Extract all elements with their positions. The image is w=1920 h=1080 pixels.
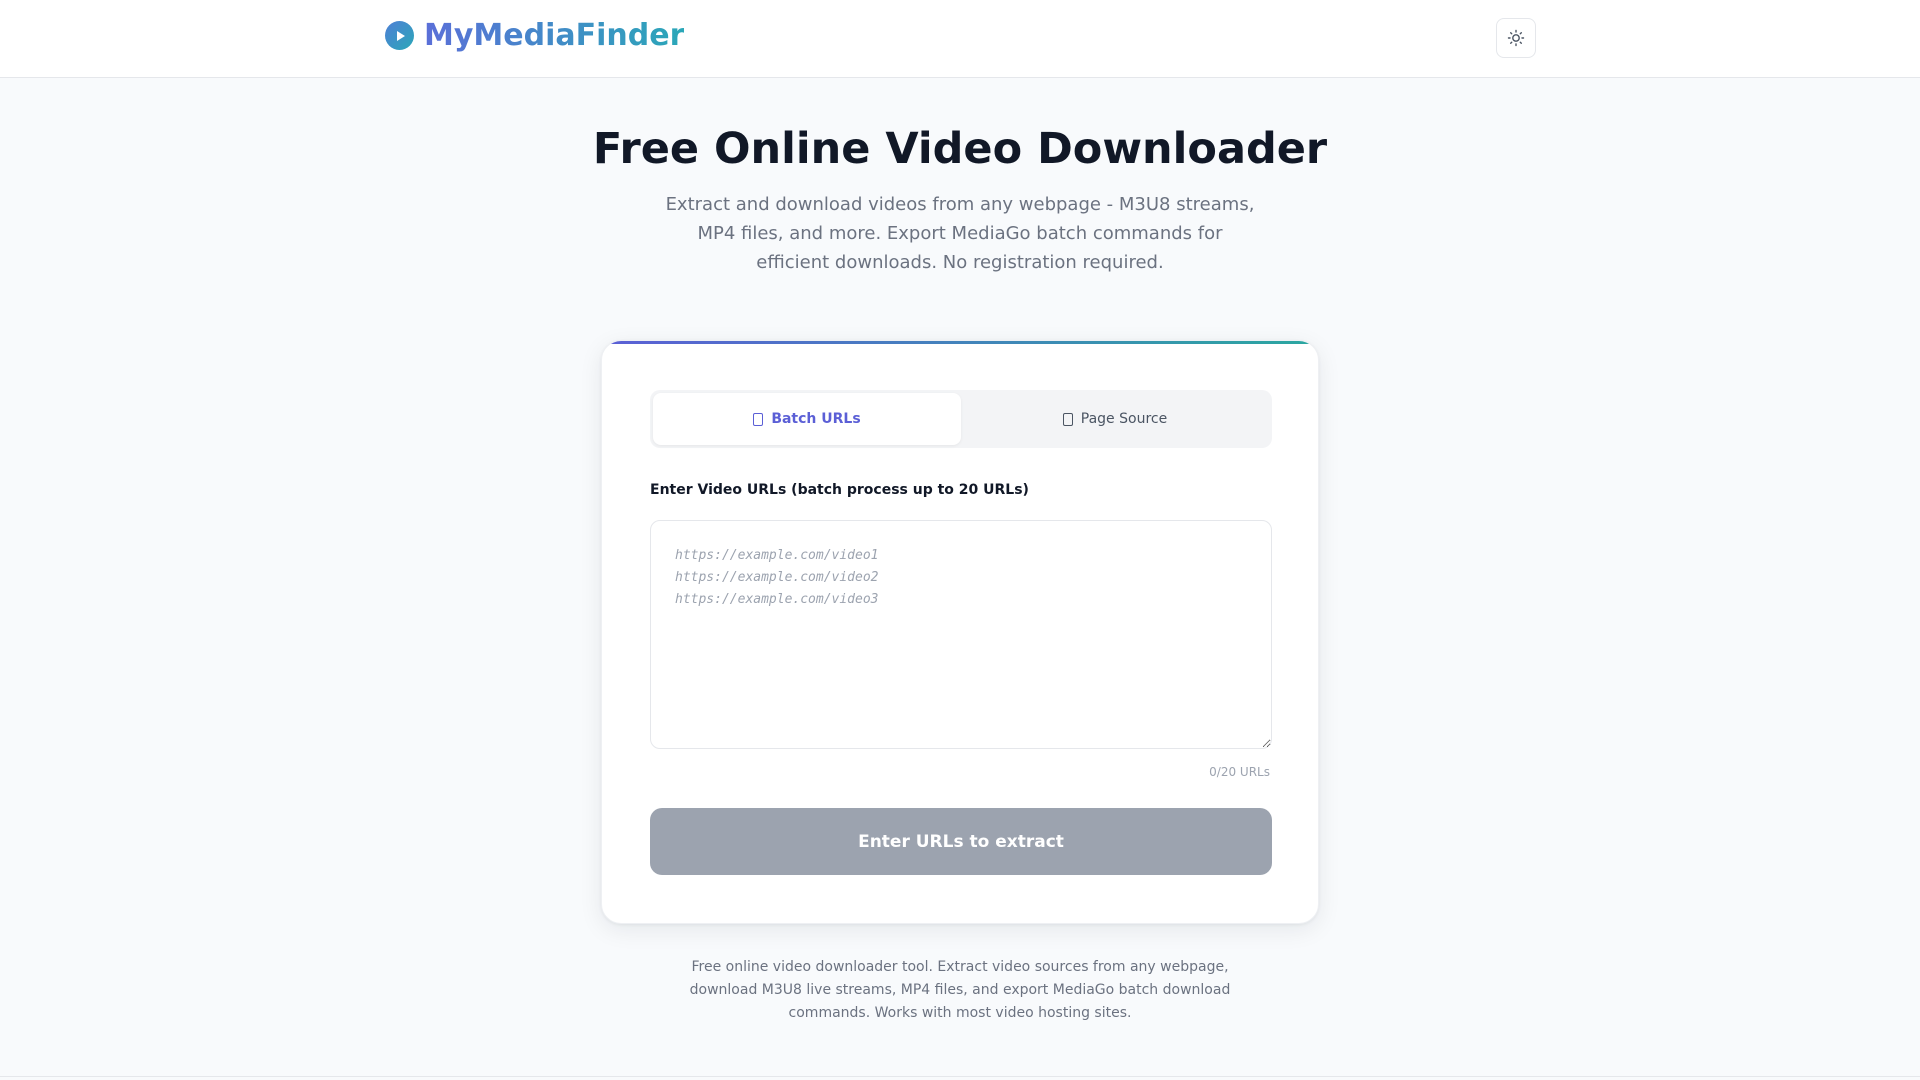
theme-toggle-button[interactable] <box>1496 18 1536 58</box>
urls-input[interactable] <box>650 520 1272 749</box>
urls-field-label: Enter Video URLs (batch process up to 20… <box>650 482 1029 498</box>
document-icon <box>753 412 764 426</box>
play-circle-icon <box>385 21 414 50</box>
tab-batch-urls[interactable]: Batch URLs <box>653 393 961 445</box>
footer-description: Free online video downloader tool. Extra… <box>689 959 1231 1021</box>
extractor-card: Batch URLs Page Source Enter Video URLs … <box>601 340 1319 924</box>
tab-page-source[interactable]: Page Source <box>961 393 1269 445</box>
page-subtitle: Extract and download videos from any web… <box>665 194 1255 273</box>
page-title: Free Online Video Downloader <box>592 124 1328 174</box>
brand-logo[interactable]: MyMediaFinder <box>385 18 684 53</box>
extract-button[interactable]: Enter URLs to extract <box>650 808 1272 875</box>
sun-icon <box>1507 29 1525 47</box>
url-count: 0/20 URLs <box>1209 765 1270 779</box>
site-header: MyMediaFinder <box>0 0 1920 78</box>
tab-label: Page Source <box>1080 411 1168 427</box>
document-icon <box>1062 412 1073 426</box>
input-mode-tabs: Batch URLs Page Source <box>650 390 1272 448</box>
tab-label: Batch URLs <box>771 411 861 427</box>
card-accent-bar <box>602 341 1318 344</box>
brand-name: MyMediaFinder <box>424 18 685 53</box>
footer-divider <box>0 1076 1920 1077</box>
